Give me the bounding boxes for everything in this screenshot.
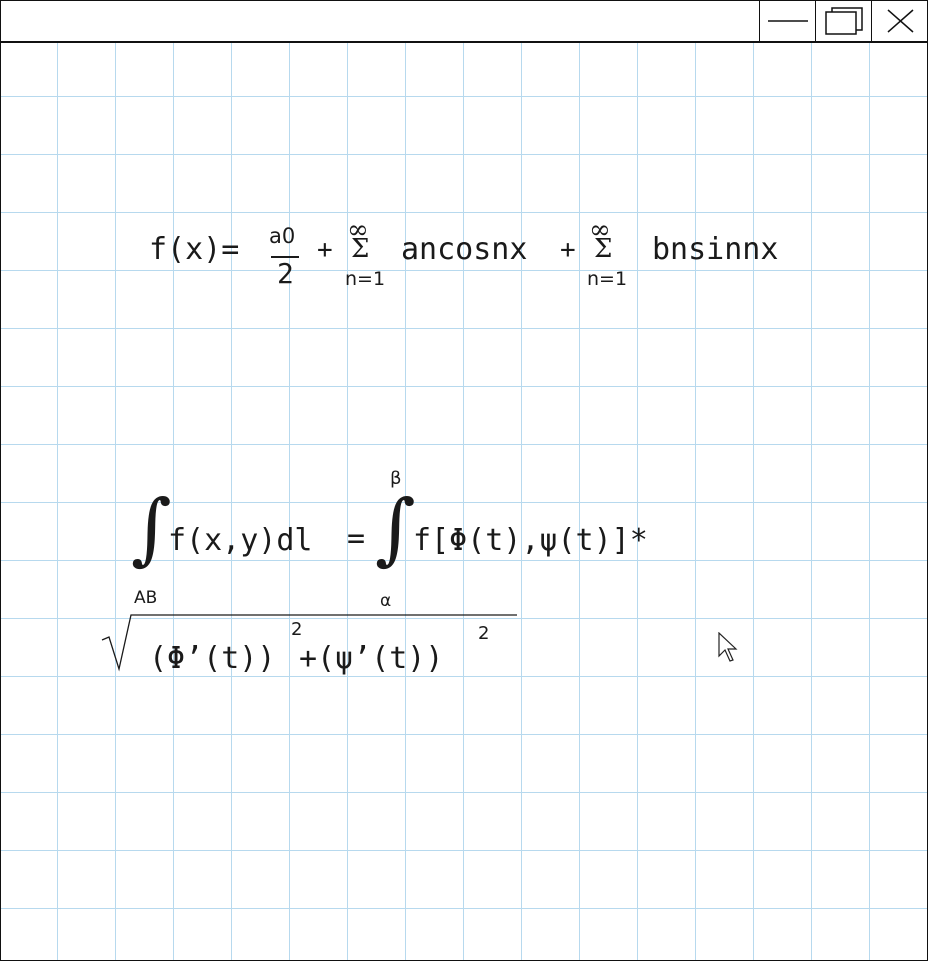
- radicand-psi-term: (ψ’(t)): [317, 641, 444, 676]
- integral-lower-limit: AB: [134, 588, 158, 608]
- grid-canvas[interactable]: f(x)= a0 2 + ∞ Σ n=1 ancosnx + ∞ Σ n=1 b…: [1, 43, 927, 960]
- sine-term: bnsinnx: [652, 232, 779, 267]
- fraction-numerator: a0: [269, 224, 296, 248]
- plus-sign: +: [317, 235, 333, 265]
- equals-sign: =: [347, 521, 366, 556]
- radicand-plus: +: [299, 641, 318, 676]
- integrand-left: f(x,y)dl: [168, 523, 313, 558]
- app-window: f(x)= a0 2 + ∞ Σ n=1 ancosnx + ∞ Σ n=1 b…: [0, 0, 928, 961]
- restore-button[interactable]: [815, 1, 870, 41]
- summation-symbol: Σ: [594, 234, 613, 264]
- close-button[interactable]: [871, 1, 927, 41]
- restore-icon: [825, 7, 863, 35]
- plus-sign: +: [560, 235, 576, 265]
- minimize-icon: [768, 20, 808, 22]
- radicand-phi-term: (Φ’(t)): [149, 641, 276, 676]
- integrand-right: f[Φ(t),ψ(t)]*: [413, 523, 648, 558]
- cosine-term: ancosnx: [401, 232, 528, 267]
- summation-lower-limit: n=1: [587, 268, 628, 290]
- title-bar: [1, 1, 927, 43]
- integral-lower-limit: α: [380, 591, 392, 611]
- mouse-pointer-icon: [718, 632, 738, 662]
- summation-symbol: Σ: [351, 234, 370, 264]
- exponent: 2: [291, 619, 303, 640]
- exponent: 2: [478, 623, 490, 644]
- summation-lower-limit: n=1: [345, 268, 386, 290]
- integral-symbol: ∫: [375, 484, 416, 574]
- fraction-denominator: 2: [277, 257, 294, 290]
- formula1-lhs: f(x)=: [149, 232, 240, 267]
- minimize-button[interactable]: [759, 1, 814, 41]
- integral-symbol: ∫: [131, 484, 172, 574]
- close-icon: [887, 9, 914, 33]
